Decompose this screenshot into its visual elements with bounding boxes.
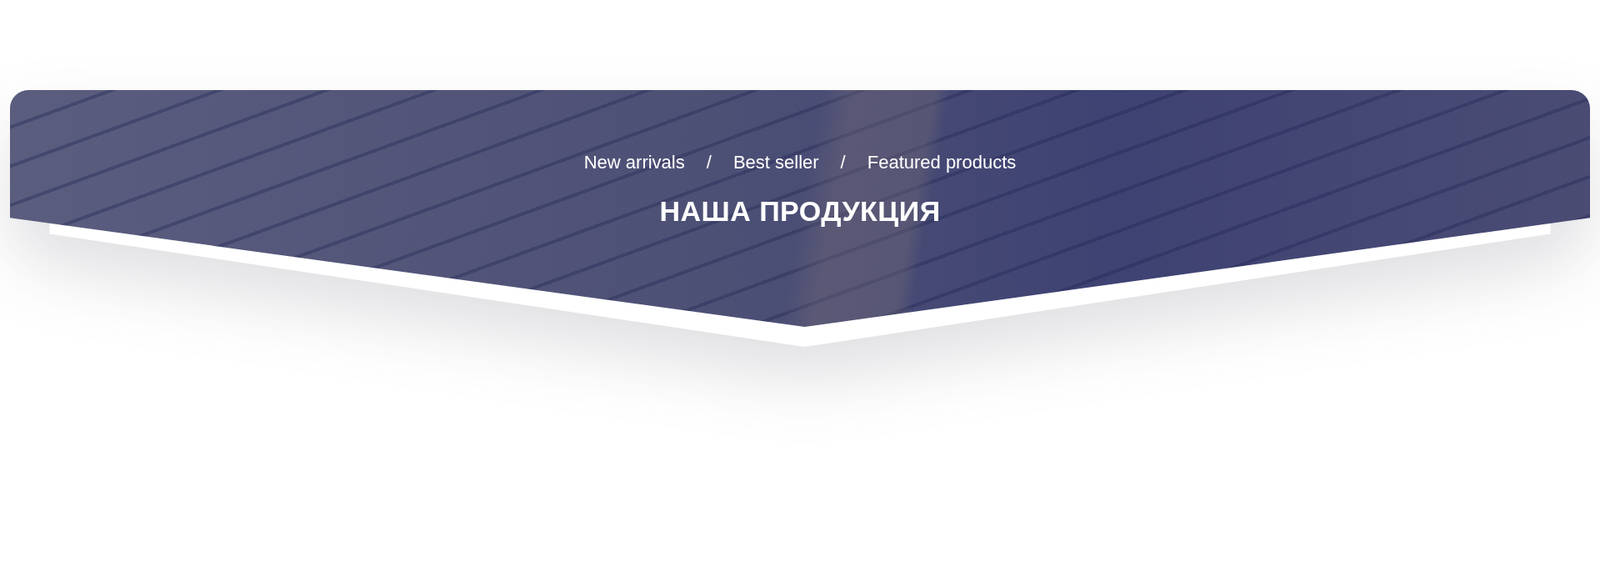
nav-separator: / [706,151,712,174]
banner-photo: New arrivals / Best seller / Featured produc… [10,90,1590,327]
section-title: НАША ПРОДУКЦИЯ [659,195,940,228]
nav-separator: / [840,151,846,174]
nav-link[interactable]: Featured products [867,151,1017,174]
product-filter-nav: New arrivals / Best seller / Featured produc… [584,151,1017,174]
banner: New arrivals / Best seller / Featured produc… [10,90,1590,327]
nav-link[interactable]: Best seller [733,151,820,174]
nav-link[interactable]: New arrivals [584,151,685,174]
